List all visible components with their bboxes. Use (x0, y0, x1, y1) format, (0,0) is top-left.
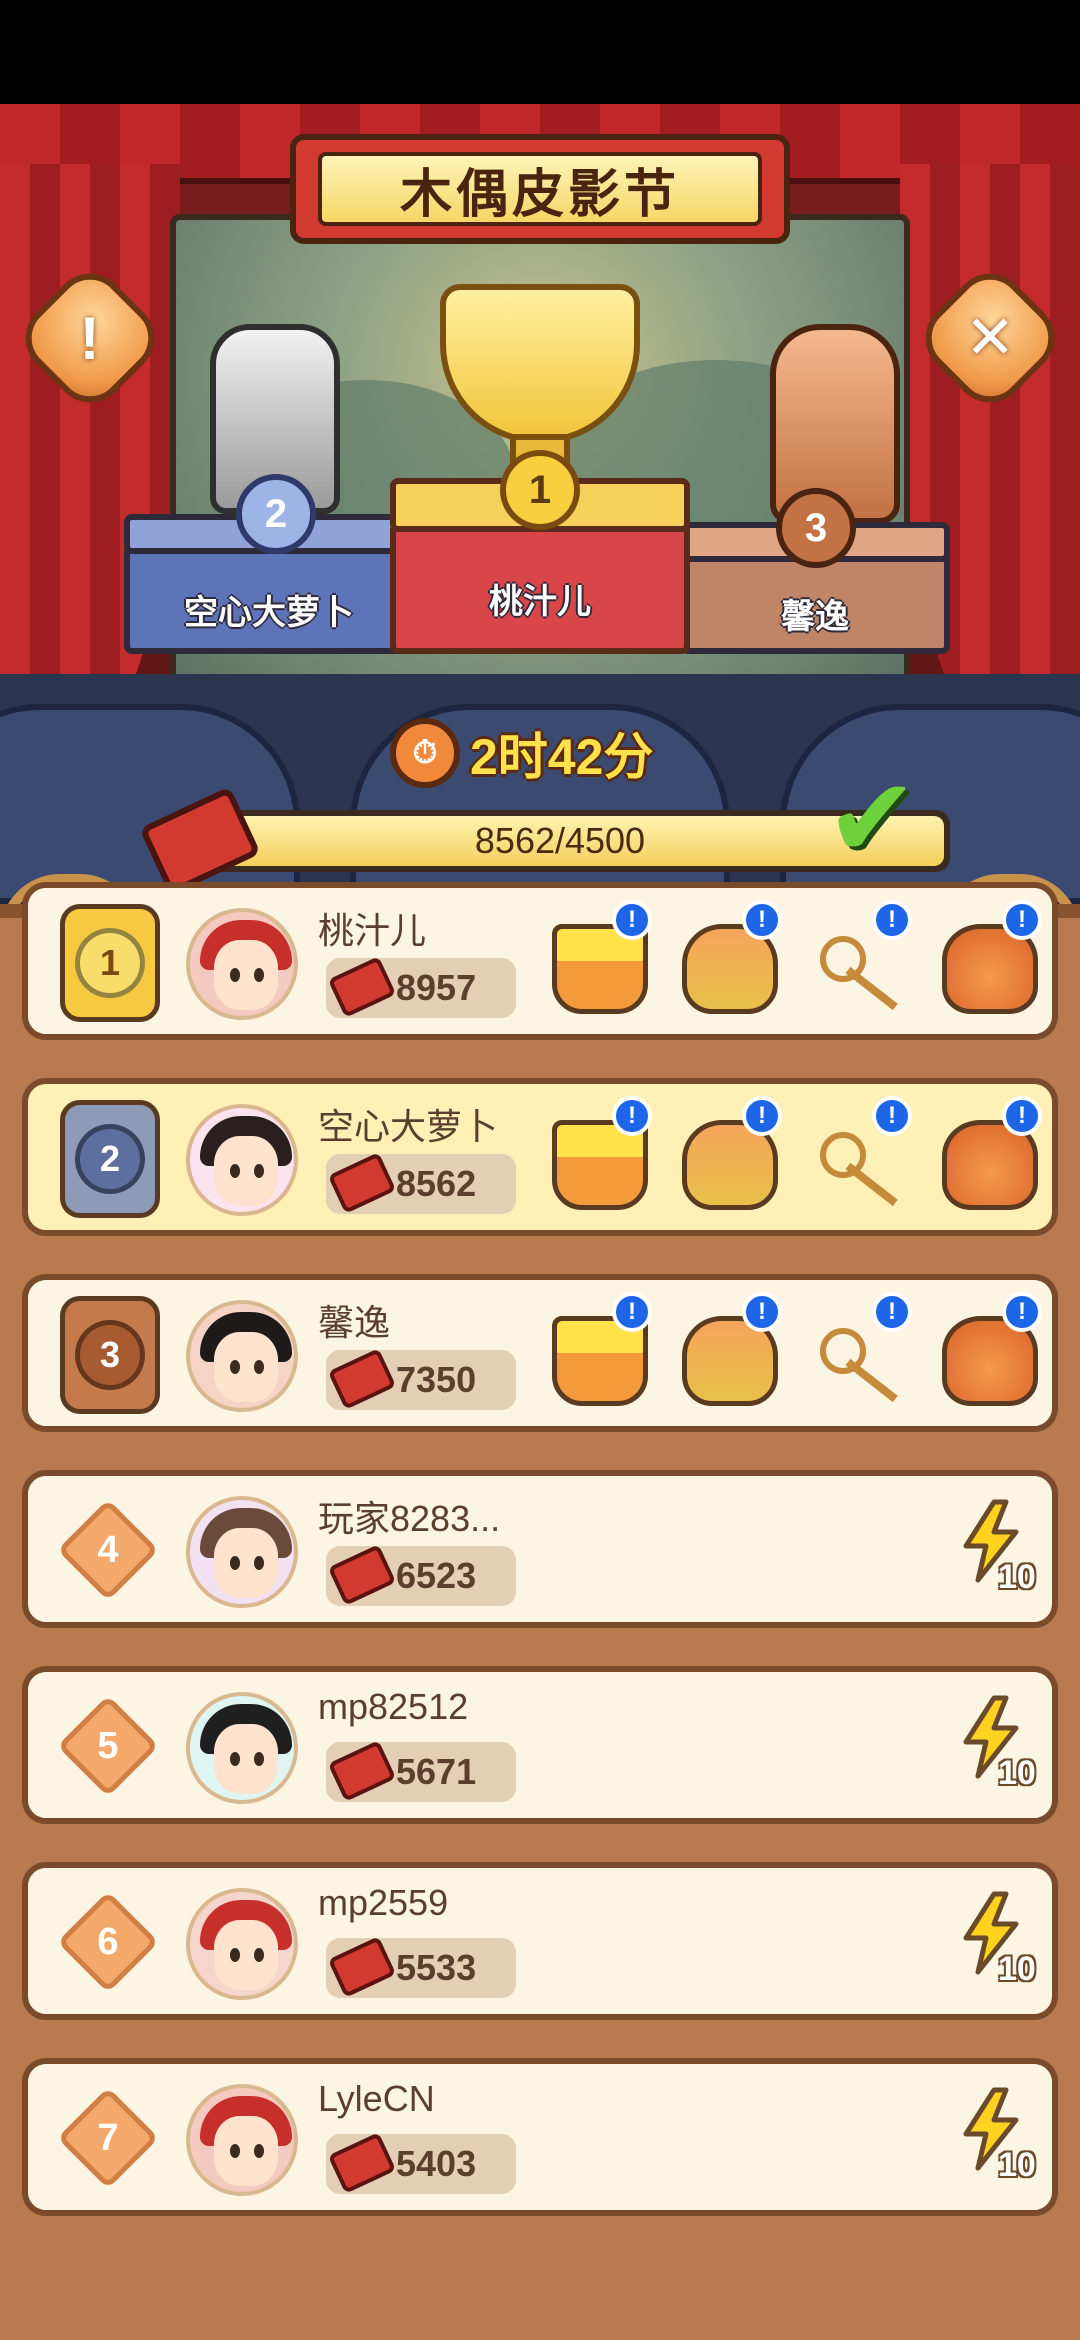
leaderboard-row[interactable]: 5 mp82512 5671 10 (22, 1666, 1058, 1824)
reward-count: 10 (998, 1754, 1036, 1792)
reward-count: 10 (998, 1950, 1036, 1988)
clock-icon: ⏱ (390, 718, 460, 788)
golden-key-icon[interactable]: ! (800, 1096, 920, 1218)
exclamation-icon: ! (80, 304, 100, 372)
avatar (186, 908, 298, 1020)
lightning-bolt-icon[interactable]: 10 (948, 1498, 1048, 1608)
leaderboard-row[interactable]: 4 玩家8283... 6523 10 (22, 1470, 1058, 1628)
alert-icon: ! (1002, 900, 1042, 940)
alert-icon: ! (612, 1292, 652, 1332)
rank-number: 2 (75, 1124, 145, 1194)
player-score: 5533 (396, 1947, 477, 1988)
player-name: mp82512 (318, 1686, 469, 1727)
player-score: 7350 (396, 1359, 477, 1400)
event-stage: 木偶皮影节 ! ✕ 空心大萝卜 馨逸 桃汁儿 2 1 3 ⏱ 2时42分 856 (0, 104, 1080, 904)
podium-second: 空心大萝卜 (124, 514, 414, 654)
lightning-bolt-icon[interactable]: 10 (948, 1694, 1048, 1804)
treasure-chest-icon[interactable]: ! (670, 1292, 790, 1414)
lightning-bolt-icon[interactable]: 10 (948, 1890, 1048, 2000)
leaderboard-list: 1 桃汁儿 8957 ! ! ! ! 2 空心大萝卜 8562 ! ! ! ! … (0, 882, 1080, 2340)
reward-count: 10 (998, 2146, 1036, 2184)
rank-number: 1 (75, 928, 145, 998)
silver-fist-medal-icon: 2 (60, 1100, 160, 1218)
alert-icon: ! (872, 1292, 912, 1332)
avatar (186, 1496, 298, 1608)
gold-cup-medal-icon: 1 (60, 904, 160, 1022)
avatar (186, 2084, 298, 2196)
rank-number: 4 (97, 1528, 119, 1571)
player-name: mp2559 (318, 1882, 449, 1923)
podium-rank-badge-1: 1 (500, 450, 580, 530)
treasure-chest-icon[interactable]: ! (670, 900, 790, 1022)
avatar (186, 1692, 298, 1804)
player-name: 空心大萝卜 (318, 1106, 499, 1147)
avatar (186, 1104, 298, 1216)
alert-icon: ! (1002, 1292, 1042, 1332)
rank-number: 7 (97, 2116, 119, 2159)
podium-second-name: 空心大萝卜 (184, 593, 354, 632)
event-title: 木偶皮影节 (399, 165, 680, 224)
player-score: 8957 (396, 967, 477, 1008)
close-icon: ✕ (964, 304, 1016, 371)
podium-first: 桃汁儿 (390, 478, 690, 654)
event-timer: ⏱ 2时42分 (390, 714, 690, 792)
energy-bucket-icon[interactable]: ! (540, 1292, 660, 1414)
podium-rank-badge-2: 2 (236, 474, 316, 554)
event-title-banner: 木偶皮影节 (290, 134, 790, 244)
alert-icon: ! (612, 1096, 652, 1136)
bronze-hand-medal-icon: 3 (60, 1296, 160, 1414)
player-name: 玩家8283... (318, 1498, 501, 1539)
reward-count: 10 (998, 1558, 1036, 1596)
checkmark-icon: ✔ (826, 757, 919, 880)
alert-icon: ! (872, 1096, 912, 1136)
player-name: 馨逸 (318, 1302, 391, 1343)
leaderboard-row[interactable]: 7 LyleCN 5403 10 (22, 2058, 1058, 2216)
energy-bucket-icon[interactable]: ! (540, 900, 660, 1022)
player-score: 6523 (396, 1555, 477, 1596)
timer-text: 2时42分 (470, 729, 654, 785)
player-score: 8562 (396, 1163, 477, 1204)
golden-key-icon[interactable]: ! (800, 900, 920, 1022)
alert-icon: ! (742, 1292, 782, 1332)
podium-third-name: 馨逸 (781, 597, 849, 636)
lucky-bag-icon[interactable]: ! (930, 1096, 1050, 1218)
energy-bucket-icon[interactable]: ! (540, 1096, 660, 1218)
player-score: 5403 (396, 2143, 477, 2184)
rank-number: 3 (75, 1320, 145, 1390)
treasure-chest-icon[interactable]: ! (670, 1096, 790, 1218)
alert-icon: ! (612, 900, 652, 940)
lucky-bag-icon[interactable]: ! (930, 1292, 1050, 1414)
player-name: LyleCN (318, 2078, 435, 2119)
alert-icon: ! (742, 900, 782, 940)
podium-rank-badge-3: 3 (776, 488, 856, 568)
podium-first-name: 桃汁儿 (489, 582, 591, 621)
player-score: 5671 (396, 1751, 477, 1792)
alert-icon: ! (742, 1096, 782, 1136)
lightning-bolt-icon[interactable]: 10 (948, 2086, 1048, 2196)
rank-number: 5 (97, 1724, 119, 1767)
leaderboard-row[interactable]: 3 馨逸 7350 ! ! ! ! (22, 1274, 1058, 1432)
leaderboard-row[interactable]: 6 mp2559 5533 10 (22, 1862, 1058, 2020)
alert-icon: ! (872, 900, 912, 940)
lucky-bag-icon[interactable]: ! (930, 900, 1050, 1022)
avatar (186, 1300, 298, 1412)
rank-number: 6 (97, 1920, 119, 1963)
leaderboard-row[interactable]: 1 桃汁儿 8957 ! ! ! ! (22, 882, 1058, 1040)
status-bar (0, 0, 1080, 104)
player-name: 桃汁儿 (318, 910, 427, 951)
avatar (186, 1888, 298, 2000)
alert-icon: ! (1002, 1096, 1042, 1136)
leaderboard-row-self[interactable]: 2 空心大萝卜 8562 ! ! ! ! (22, 1078, 1058, 1236)
golden-key-icon[interactable]: ! (800, 1292, 920, 1414)
